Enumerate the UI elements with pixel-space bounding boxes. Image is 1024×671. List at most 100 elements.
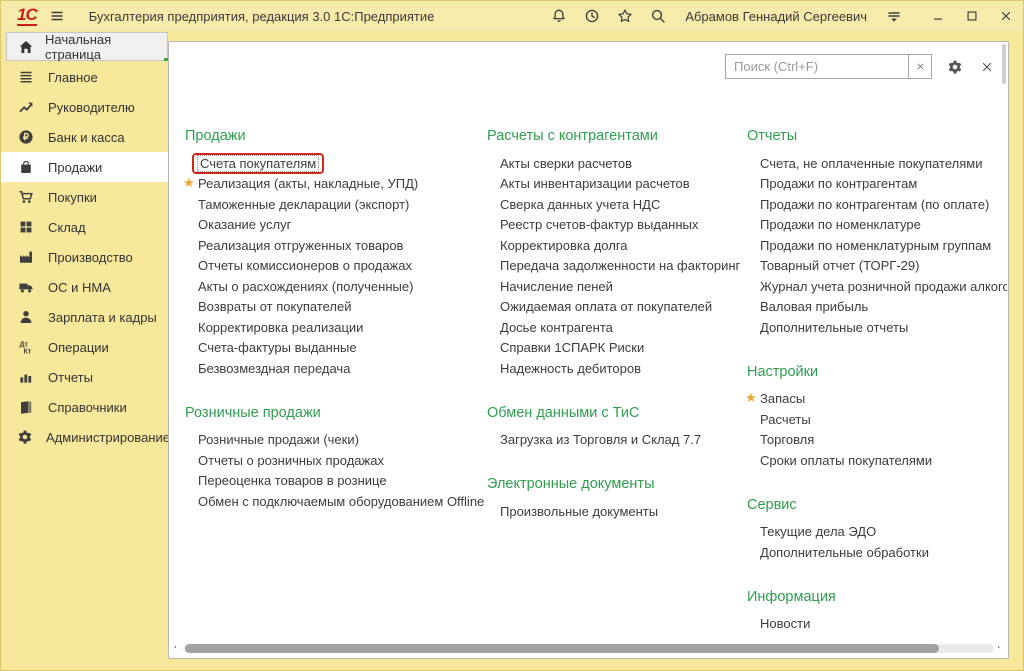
menu-section: СервисТекущие дела ЭДОДополнительные обр… <box>747 497 1007 563</box>
service-menu-icon[interactable] <box>886 8 902 24</box>
history-icon[interactable] <box>584 8 600 24</box>
menu-item[interactable]: Валовая прибыль <box>747 297 1007 318</box>
menu-item[interactable]: Акты о расхождениях (полученные) <box>185 276 477 297</box>
sidebar-item[interactable]: ₽Банк и касса <box>1 122 168 152</box>
menu-item[interactable]: Реестр счетов-фактур выданных <box>487 215 743 236</box>
menu-item[interactable]: Сроки оплаты покупателями <box>747 450 1007 471</box>
menu-item[interactable]: Реализация отгруженных товаров <box>185 235 477 256</box>
menu-item[interactable]: Дополнительные обработки <box>747 542 1007 563</box>
sidebar-item-label: Зарплата и кадры <box>48 310 157 325</box>
menu-item-label: Оказание услуг <box>198 217 291 232</box>
menu-item[interactable]: Счета-фактуры выданные <box>185 338 477 359</box>
sidebar-item-label: Банк и касса <box>48 130 125 145</box>
menu-item[interactable]: Сверка данных учета НДС <box>487 194 743 215</box>
menu-item[interactable]: Акты инвентаризации расчетов <box>487 174 743 195</box>
search-icon[interactable] <box>650 8 666 24</box>
menu-item[interactable]: Безвозмездная передача <box>185 358 477 379</box>
sidebar-item[interactable]: ДтКтОперации <box>1 332 168 362</box>
menu-item[interactable]: Таможенные декларации (экспорт) <box>185 194 477 215</box>
menu-item[interactable]: Корректировка реализации <box>185 317 477 338</box>
menu-item[interactable]: Отчеты о розничных продажах <box>185 450 477 471</box>
menu-item[interactable]: Счета покупателям <box>185 153 477 174</box>
menu-item[interactable]: Счета, не оплаченные покупателями <box>747 153 1007 174</box>
menu-section: Электронные документыПроизвольные докуме… <box>487 476 743 522</box>
menu-item[interactable]: Передача задолженности на факторинг <box>487 256 743 277</box>
sidebar-item[interactable]: Руководителю <box>1 92 168 122</box>
maximize-icon[interactable] <box>965 9 979 23</box>
gear-icon[interactable] <box>947 59 963 75</box>
scrollbar-thumb[interactable] <box>185 644 939 653</box>
vertical-scrollbar-thumb[interactable] <box>1002 44 1006 84</box>
app-window: 1С Бухгалтерия предприятия, редакция 3.0… <box>0 0 1024 671</box>
menu-item[interactable]: Ожидаемая оплата от покупателей <box>487 297 743 318</box>
menu-item[interactable]: Продажи по контрагентам (по оплате) <box>747 194 1007 215</box>
menu-item[interactable]: Корректировка долга <box>487 235 743 256</box>
highlight-box: Счета покупателям <box>192 153 324 174</box>
sidebar-item[interactable]: Главное <box>1 62 168 92</box>
sidebar-item[interactable]: Покупки <box>1 182 168 212</box>
sidebar-item[interactable]: Продажи <box>1 152 168 182</box>
menu-section: ИнформацияНовости <box>747 589 1007 635</box>
clear-icon[interactable] <box>909 54 932 79</box>
menu-item[interactable]: Журнал учета розничной продажи алкогольн… <box>747 276 1007 297</box>
sidebar-item-label: Производство <box>48 250 133 265</box>
scroll-right-icon[interactable] <box>996 645 1005 653</box>
sidebar-item[interactable]: ОС и НМА <box>1 272 168 302</box>
menu-item[interactable]: Продажи по номенклатурным группам <box>747 235 1007 256</box>
star-icon: ★ <box>183 176 195 189</box>
scroll-left-icon[interactable] <box>172 645 181 653</box>
sidebar-item-label: Склад <box>48 220 86 235</box>
menu-item[interactable]: Розничные продажи (чеки) <box>185 430 477 451</box>
menu-item[interactable]: Торговля <box>747 430 1007 451</box>
menu-item[interactable]: ★Реализация (акты, накладные, УПД) <box>185 174 477 195</box>
menu-item[interactable]: Продажи по номенклатуре <box>747 215 1007 236</box>
menu-item[interactable]: Переоценка товаров в рознице <box>185 471 477 492</box>
menu-item[interactable]: Отчеты комиссионеров о продажах <box>185 256 477 277</box>
menu-item[interactable]: Произвольные документы <box>487 501 743 522</box>
menu-item[interactable]: Новости <box>747 614 1007 635</box>
menu-item[interactable]: Обмен с подключаемым оборудованием Offli… <box>185 491 477 512</box>
close-icon[interactable] <box>980 60 994 74</box>
menu-item[interactable]: Досье контрагента <box>487 317 743 338</box>
minimize-icon[interactable] <box>931 9 945 23</box>
section-title: Продажи <box>185 128 477 144</box>
sidebar-item[interactable]: Производство <box>1 242 168 272</box>
sidebar-item[interactable]: Отчеты <box>1 362 168 392</box>
person-icon <box>17 309 35 325</box>
menu-item[interactable]: Загрузка из Торговля и Склад 7.7 <box>487 430 743 451</box>
sidebar-item[interactable]: Зарплата и кадры <box>1 302 168 332</box>
menu-item-label: Валовая прибыль <box>760 299 868 314</box>
menu-item[interactable]: Возвраты от покупателей <box>185 297 477 318</box>
menu-item[interactable]: Оказание услуг <box>185 215 477 236</box>
section-title: Розничные продажи <box>185 405 477 421</box>
scrollbar-track[interactable] <box>183 644 994 653</box>
sidebar-item[interactable]: Администрирование <box>1 422 168 452</box>
menu-item-label: Розничные продажи (чеки) <box>198 432 359 447</box>
sidebar-item[interactable]: Склад <box>1 212 168 242</box>
menu-item-label: Произвольные документы <box>500 504 658 519</box>
tab-home[interactable]: Начальная страница <box>6 32 168 61</box>
menu-item[interactable]: Товарный отчет (ТОРГ-29) <box>747 256 1007 277</box>
bell-icon[interactable] <box>551 8 567 24</box>
menu-item[interactable]: Расчеты <box>747 409 1007 430</box>
menu-item-label: Корректировка долга <box>500 238 628 253</box>
favorites-star-icon[interactable] <box>617 8 633 24</box>
current-user: Абрамов Геннадий Сергеевич <box>685 9 867 24</box>
search-input[interactable] <box>725 54 909 79</box>
menu-item-label: Продажи по номенклатурным группам <box>760 238 991 253</box>
close-icon[interactable] <box>999 9 1013 23</box>
burger-menu-icon[interactable] <box>49 8 65 24</box>
menu-item[interactable]: Надежность дебиторов <box>487 358 743 379</box>
sidebar-item[interactable]: Справочники <box>1 392 168 422</box>
menu-item[interactable]: Начисление пеней <box>487 276 743 297</box>
menu-item-label: Обмен с подключаемым оборудованием Offli… <box>198 494 484 509</box>
menu-item[interactable]: Текущие дела ЭДО <box>747 522 1007 543</box>
section-title: Обмен данными с ТиС <box>487 405 743 421</box>
menu-item[interactable]: ★Запасы <box>747 389 1007 410</box>
menu-item[interactable]: Продажи по контрагентам <box>747 174 1007 195</box>
menu-item[interactable]: Дополнительные отчеты <box>747 317 1007 338</box>
menu-item[interactable]: Справки 1СПАРК Риски <box>487 338 743 359</box>
sidebar-item-label: Главное <box>48 70 98 85</box>
menu-item[interactable]: Акты сверки расчетов <box>487 153 743 174</box>
menu-item-label: Таможенные декларации (экспорт) <box>198 197 409 212</box>
